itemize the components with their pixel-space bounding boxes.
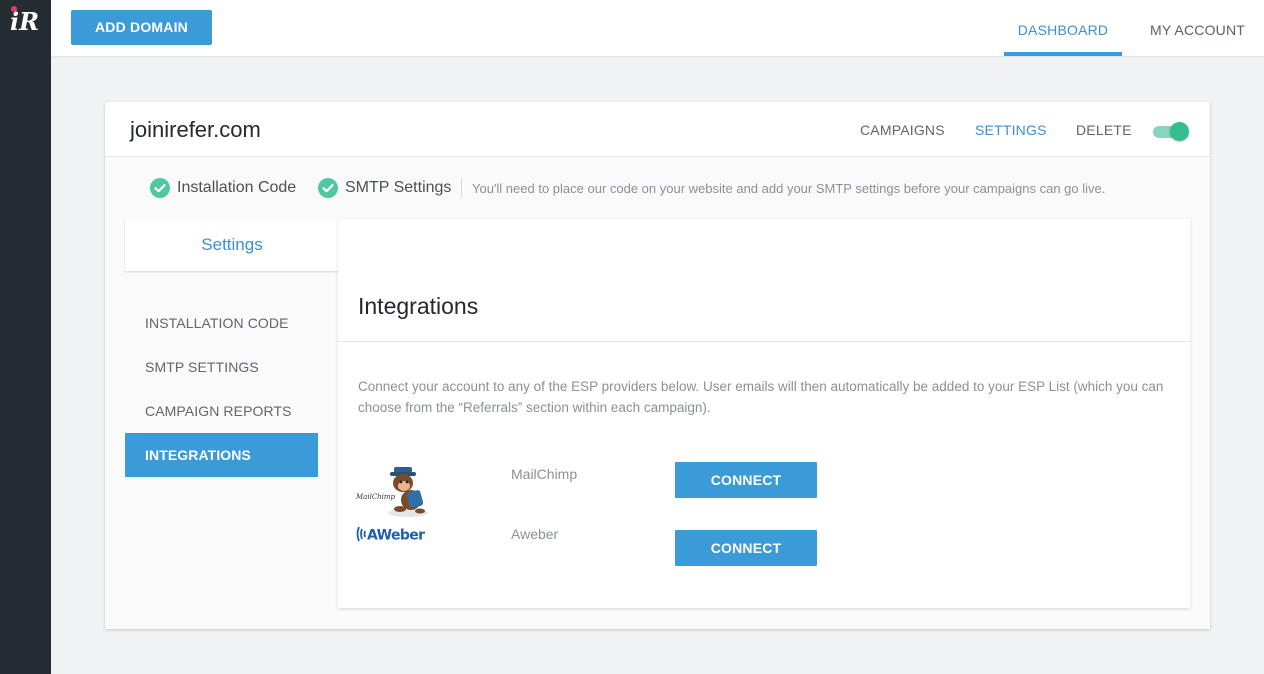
status-label: Installation Code: [177, 179, 297, 196]
esp-row-mailchimp: MailChimp MailChimp CONNECT: [338, 462, 1190, 517]
mailchimp-logo-icon: MailChimp: [356, 467, 428, 517]
mailchimp-logo-text: MailChimp: [356, 493, 396, 501]
integrations-panel: Integrations Connect your account to any…: [338, 219, 1190, 608]
nav-dashboard[interactable]: DASHBOARD: [1004, 0, 1122, 56]
menu-item-campaign-reports[interactable]: CAMPAIGN REPORTS: [125, 389, 318, 433]
integrations-description: Connect your account to any of the ESP p…: [358, 379, 1164, 415]
domain-header: joinirefer.com CAMPAIGNS SETTINGS DELETE: [105, 102, 1210, 157]
menu-item-integrations[interactable]: INTEGRATIONS: [125, 433, 318, 477]
settings-menu: INSTALLATION CODE SMTP SETTINGS CAMPAIGN…: [125, 301, 318, 477]
toggle-knob: [1170, 122, 1189, 141]
tab-delete[interactable]: DELETE: [1076, 122, 1132, 138]
ir-logo-icon[interactable]: iR: [9, 4, 43, 34]
divider: [461, 179, 462, 198]
aweber-logo-text: AWeber: [367, 528, 425, 544]
integrations-title: Integrations: [358, 293, 479, 319]
top-bar: ADD DOMAIN DASHBOARD MY ACCOUNT: [51, 0, 1264, 56]
esp-row-aweber: AWeber Aweber CONNECT: [338, 526, 1190, 576]
logo-text: iR: [10, 7, 39, 34]
aweber-logo-icon: AWeber: [356, 526, 426, 544]
check-circle-icon: [150, 178, 170, 198]
tab-campaigns[interactable]: CAMPAIGNS: [860, 122, 945, 138]
connect-mailchimp-button[interactable]: CONNECT: [675, 462, 817, 498]
setup-status-row: Installation Code SMTP Settings You'll n…: [105, 158, 1210, 218]
divider: [338, 341, 1190, 342]
domain-active-toggle[interactable]: [1153, 121, 1189, 141]
app-sidebar: iR: [0, 0, 51, 674]
status-label: SMTP Settings: [345, 179, 452, 196]
menu-item-smtp-settings[interactable]: SMTP SETTINGS: [125, 345, 318, 389]
check-circle-icon: [318, 178, 338, 198]
add-domain-button[interactable]: ADD DOMAIN: [71, 10, 212, 45]
status-note: You'll need to place our code on your we…: [472, 181, 1106, 196]
settings-panel-title: Settings: [125, 219, 339, 271]
domain-title: joinirefer.com: [130, 117, 261, 142]
esp-name-mailchimp: MailChimp: [511, 466, 578, 482]
connect-aweber-button[interactable]: CONNECT: [675, 530, 817, 566]
domain-card: joinirefer.com CAMPAIGNS SETTINGS DELETE…: [105, 102, 1210, 629]
tab-settings[interactable]: SETTINGS: [975, 122, 1047, 138]
nav-my-account[interactable]: MY ACCOUNT: [1131, 0, 1264, 56]
menu-item-installation-code[interactable]: INSTALLATION CODE: [125, 301, 318, 345]
settings-title: Settings: [201, 235, 263, 254]
esp-name-aweber: Aweber: [511, 526, 559, 542]
